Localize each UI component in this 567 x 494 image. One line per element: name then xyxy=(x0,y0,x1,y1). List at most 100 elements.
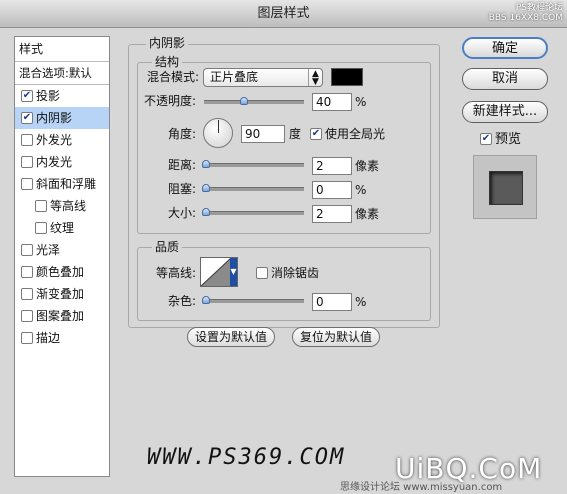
style-list-header[interactable]: 样式 xyxy=(15,37,109,62)
noise-label: 杂色: xyxy=(167,294,196,308)
noise-slider[interactable] xyxy=(202,296,304,304)
reset-default-button[interactable]: 复位为默认值 xyxy=(292,327,380,347)
blend-mode-value: 正片叠底 xyxy=(210,70,259,84)
opacity-unit: % xyxy=(355,95,367,109)
ok-button[interactable]: 确定 xyxy=(462,37,548,59)
style-list-item-label: 纹理 xyxy=(50,221,75,235)
quality-title: 品质 xyxy=(152,240,183,254)
style-list-item-label: 颜色叠加 xyxy=(36,265,85,279)
angle-label: 角度: xyxy=(167,127,196,141)
anti-alias-checkbox[interactable]: 消除锯齿 xyxy=(256,265,319,281)
noise-input[interactable]: 0 xyxy=(312,293,352,311)
blend-options-item[interactable]: 混合选项:默认 xyxy=(15,62,109,85)
checkbox-icon[interactable] xyxy=(21,287,33,300)
watermark-bottom-left: WWW.PS369.COM xyxy=(147,445,346,470)
noise-slider-thumb[interactable] xyxy=(202,296,210,304)
style-list-item[interactable]: 渐变叠加 xyxy=(15,283,109,305)
checkbox-checked-icon[interactable]: ✔ xyxy=(21,111,33,124)
size-unit: 像素 xyxy=(355,207,380,221)
anti-alias-label: 消除锯齿 xyxy=(271,266,320,280)
checkbox-icon[interactable] xyxy=(35,221,47,234)
distance-label: 距离: xyxy=(167,158,196,172)
style-list-item[interactable]: 图案叠加 xyxy=(15,305,109,327)
checkbox-icon[interactable] xyxy=(21,265,33,278)
new-style-button[interactable]: 新建样式... xyxy=(462,101,548,123)
quality-group xyxy=(137,247,431,321)
style-list-item-label: 图案叠加 xyxy=(36,309,85,323)
anti-alias-check-icon[interactable] xyxy=(256,266,268,279)
noise-unit: % xyxy=(355,295,367,309)
style-list-item[interactable]: 外发光 xyxy=(15,129,109,151)
choke-slider-thumb[interactable] xyxy=(202,184,210,192)
preview-checkbox[interactable]: ✔ 预览 xyxy=(480,132,521,148)
checkbox-icon[interactable] xyxy=(21,331,33,344)
checkbox-icon[interactable] xyxy=(21,309,33,322)
size-input[interactable]: 2 xyxy=(312,205,352,223)
style-list-item[interactable]: 光泽 xyxy=(15,239,109,261)
set-default-button[interactable]: 设置为默认值 xyxy=(187,327,275,347)
choke-slider[interactable] xyxy=(202,184,304,192)
opacity-slider-thumb[interactable] xyxy=(240,97,248,105)
angle-dial[interactable] xyxy=(203,118,233,148)
watermark-line2: BBS.16XX8.COM xyxy=(488,13,563,23)
structure-title: 结构 xyxy=(152,55,183,69)
contour-label: 等高线: xyxy=(155,266,196,280)
style-list-item-label: 投影 xyxy=(36,89,61,103)
distance-input[interactable]: 2 xyxy=(312,157,352,175)
style-list-item[interactable]: 斜面和浮雕 xyxy=(15,173,109,195)
style-list-item-label: 内阴影 xyxy=(36,111,73,125)
style-list-item-label: 渐变叠加 xyxy=(36,287,85,301)
style-list-item[interactable]: 纹理 xyxy=(15,217,109,239)
watermark-line1: PS教程论坛 xyxy=(515,3,563,13)
global-light-checkbox[interactable]: ✔ 使用全局光 xyxy=(310,126,385,142)
select-arrows-icon: ▲ ▼ xyxy=(308,69,322,87)
preview-label: 预览 xyxy=(495,132,522,147)
size-slider[interactable] xyxy=(202,208,304,216)
cancel-button[interactable]: 取消 xyxy=(462,68,548,90)
style-list-item[interactable]: 颜色叠加 xyxy=(15,261,109,283)
global-light-check-icon[interactable]: ✔ xyxy=(310,127,322,140)
style-list-item-label: 光泽 xyxy=(36,243,61,257)
blend-mode-select[interactable]: 正片叠底 ▲ ▼ xyxy=(203,68,323,87)
shadow-color-swatch[interactable] xyxy=(331,68,363,86)
preview-check-icon[interactable]: ✔ xyxy=(480,132,492,145)
style-list: 样式 混合选项:默认 ✔ 投影 ✔ 内阴影 外发光 内发光 斜面和浮雕 等高线 纹理 光泽 颜色叠加… xyxy=(14,36,110,477)
style-preview xyxy=(473,155,537,219)
size-slider-thumb[interactable] xyxy=(202,208,210,216)
choke-input[interactable]: 0 xyxy=(312,181,352,199)
checkbox-icon[interactable] xyxy=(35,199,47,212)
checkbox-icon[interactable] xyxy=(21,133,33,146)
style-list-item[interactable]: 描边 xyxy=(15,327,109,349)
opacity-slider[interactable] xyxy=(204,97,304,105)
angle-input[interactable]: 90 xyxy=(241,125,285,143)
choke-unit: % xyxy=(355,183,367,197)
watermark-caption: 思缘设计论坛 www.missyuan.com xyxy=(340,482,503,493)
global-light-label: 使用全局光 xyxy=(325,127,386,141)
watermark-top-right: PS教程论坛 BBS.16XX8.COM xyxy=(489,3,563,23)
checkbox-icon[interactable] xyxy=(21,177,33,190)
distance-slider[interactable] xyxy=(202,160,304,168)
opacity-input[interactable]: 40 xyxy=(312,93,352,111)
style-list-item-label: 内发光 xyxy=(36,155,73,169)
contour-picker[interactable]: ▼ xyxy=(200,257,238,287)
style-preview-swatch xyxy=(489,171,523,205)
inner-shadow-title: 内阴影 xyxy=(146,36,189,50)
distance-unit: 像素 xyxy=(355,159,380,173)
checkbox-icon[interactable] xyxy=(21,155,33,168)
window-titlebar: 图层样式 xyxy=(0,0,567,28)
style-list-item[interactable]: ✔ 内阴影 xyxy=(15,107,109,129)
checkbox-checked-icon[interactable]: ✔ xyxy=(21,89,33,102)
checkbox-icon[interactable] xyxy=(21,243,33,256)
style-list-item-label: 斜面和浮雕 xyxy=(36,177,97,191)
style-list-item[interactable]: ✔ 投影 xyxy=(15,85,109,107)
contour-dropdown-icon[interactable]: ▼ xyxy=(230,258,237,286)
angle-unit: 度 xyxy=(289,127,302,141)
style-list-item[interactable]: 内发光 xyxy=(15,151,109,173)
style-list-item[interactable]: 等高线 xyxy=(15,195,109,217)
contour-preview-icon xyxy=(201,258,231,286)
style-list-item-label: 等高线 xyxy=(50,199,87,213)
style-list-item-label: 外发光 xyxy=(36,133,73,147)
distance-slider-thumb[interactable] xyxy=(202,160,210,168)
window-title: 图层样式 xyxy=(257,6,310,21)
blend-mode-label: 混合模式: xyxy=(147,70,200,84)
